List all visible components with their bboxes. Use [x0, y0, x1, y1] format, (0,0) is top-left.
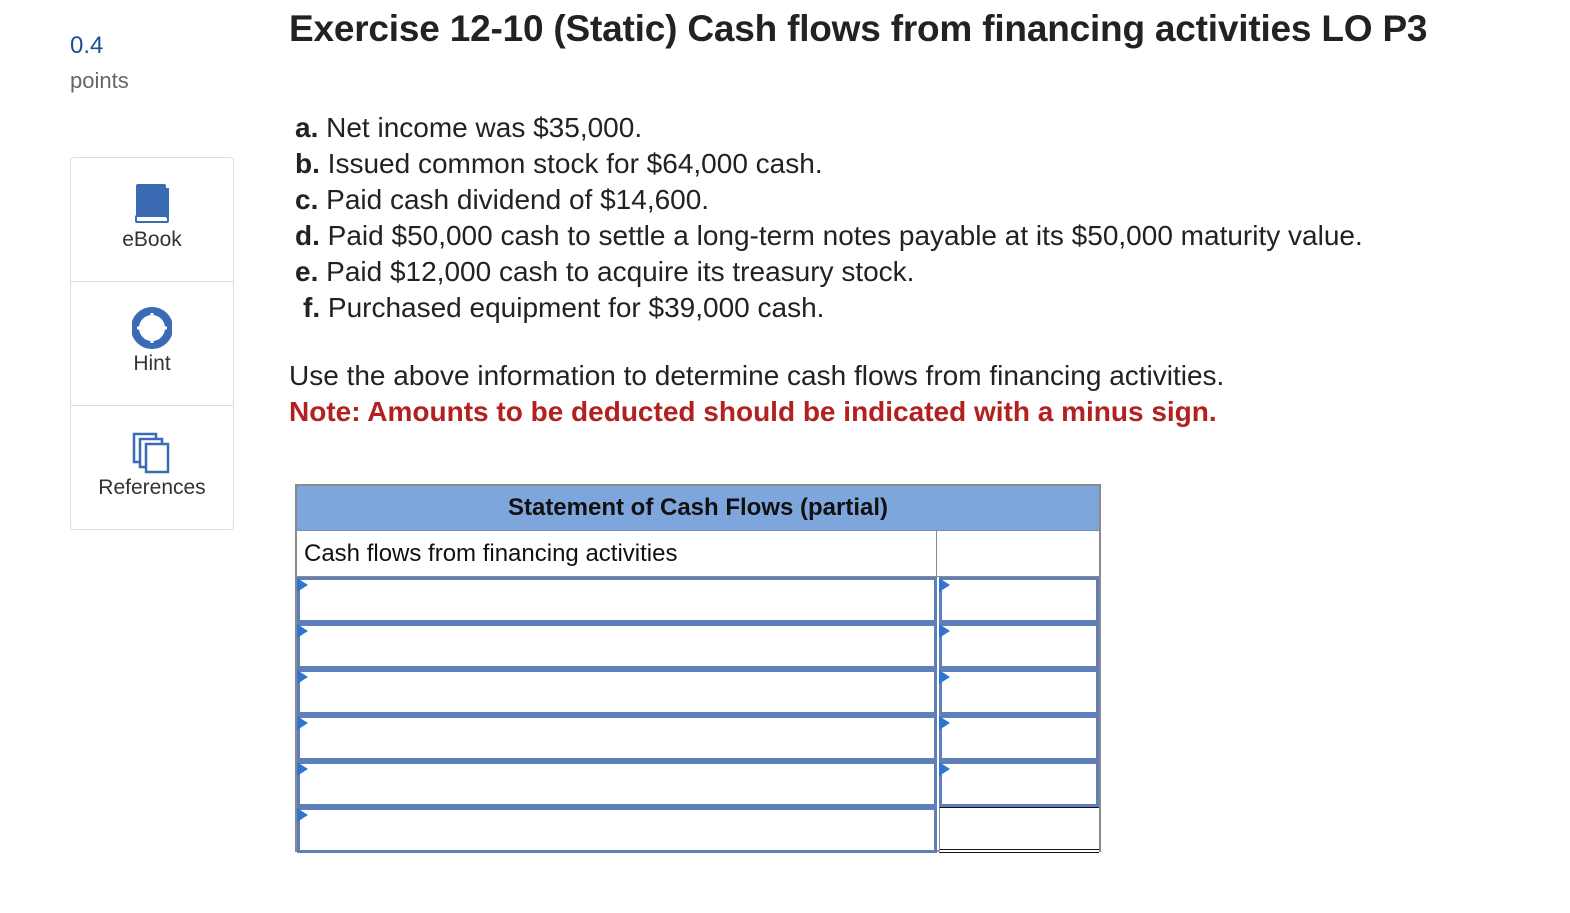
total-amount-input[interactable] — [939, 807, 1099, 853]
copy-icon — [132, 432, 170, 474]
item-letter: a. — [295, 112, 319, 143]
points-value: 0.4 — [70, 32, 104, 59]
item-text: Net income was $35,000. — [318, 112, 643, 143]
tools-panel: eBook Hint References — [70, 157, 234, 530]
worksheet-row — [297, 577, 1099, 623]
row-label-input[interactable] — [297, 761, 937, 807]
instructions: Use the above information to determine c… — [289, 360, 1225, 391]
exercise-title: Exercise 12-10 (Static) Cash flows from … — [289, 8, 1428, 49]
transaction-item-c: c. Paid cash dividend of $14,600. — [295, 182, 1363, 218]
row-label-input[interactable] — [297, 715, 937, 761]
worksheet-header: Statement of Cash Flows (partial) — [297, 486, 1099, 531]
item-letter: b. — [295, 148, 320, 179]
transaction-item-d: d. Paid $50,000 cash to settle a long-te… — [295, 218, 1363, 254]
transaction-item-b: b. Issued common stock for $64,000 cash. — [295, 146, 1363, 182]
tool-label-references: References — [98, 476, 206, 499]
transaction-item-f: f. Purchased equipment for $39,000 cash. — [295, 290, 1363, 326]
tool-label-hint: Hint — [133, 352, 171, 375]
worksheet-row — [297, 761, 1099, 807]
cash-flow-worksheet: Statement of Cash Flows (partial) Cash f… — [295, 484, 1101, 853]
references-button[interactable]: References — [71, 406, 233, 529]
item-text: Purchased equipment for $39,000 cash. — [320, 292, 825, 323]
points-block: 0.4 points — [70, 30, 129, 96]
total-label-input[interactable] — [297, 807, 937, 853]
row-label-input[interactable] — [297, 623, 937, 669]
hint-button[interactable]: Hint — [71, 282, 233, 406]
note: Note: Amounts to be deducted should be i… — [289, 396, 1217, 427]
worksheet-total-row — [297, 807, 1099, 853]
points-label: points — [70, 68, 129, 93]
transaction-item-a: a. Net income was $35,000. — [295, 110, 1363, 146]
worksheet-row — [297, 715, 1099, 761]
item-text: Paid $12,000 cash to acquire its treasur… — [318, 256, 915, 287]
row-label-input[interactable] — [297, 577, 937, 623]
item-letter: d. — [295, 220, 320, 251]
tool-label-ebook: eBook — [122, 228, 182, 251]
section-label: Cash flows from financing activities — [297, 531, 937, 577]
item-text: Issued common stock for $64,000 cash. — [319, 148, 823, 179]
item-letter: e. — [295, 256, 319, 287]
worksheet-row — [297, 623, 1099, 669]
row-amount-input[interactable] — [939, 761, 1099, 807]
item-text: Paid cash dividend of $14,600. — [318, 184, 710, 215]
lifebuoy-icon — [132, 307, 172, 349]
item-text: Paid $50,000 cash to settle a long-term … — [319, 220, 1363, 251]
row-amount-input[interactable] — [939, 577, 1099, 623]
row-amount-input[interactable] — [939, 715, 1099, 761]
row-label-input[interactable] — [297, 669, 937, 715]
worksheet-row — [297, 669, 1099, 715]
row-amount-input[interactable] — [939, 669, 1099, 715]
book-icon — [135, 184, 169, 223]
section-amount-cell — [937, 531, 1099, 577]
row-amount-input[interactable] — [939, 623, 1099, 669]
ebook-button[interactable]: eBook — [71, 158, 233, 282]
item-letter: f. — [303, 292, 321, 323]
item-letter: c. — [295, 184, 319, 215]
transaction-list: a. Net income was $35,000. b. Issued com… — [295, 110, 1363, 326]
transaction-item-e: e. Paid $12,000 cash to acquire its trea… — [295, 254, 1363, 290]
